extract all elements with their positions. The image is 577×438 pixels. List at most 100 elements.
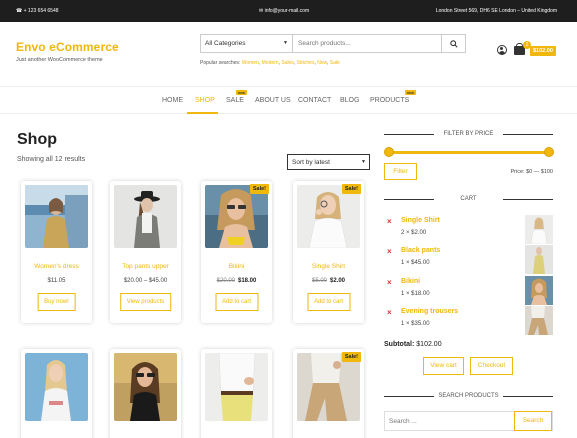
subtotal-value: $102.00 [416,341,442,348]
cart-item: × Single Shirt 2 × $2.00 [384,215,553,244]
product-image[interactable] [114,185,177,248]
cart-item-qty: 1 × $18.00 [401,291,430,297]
site-title[interactable]: Envo eCommerce [16,40,119,54]
add-to-cart-button[interactable]: Add to cart [306,293,351,311]
cart-item: × Bikini 1 × $18.00 [384,276,553,305]
cart-item-name[interactable]: Evening trousers [401,308,458,315]
buy-now-button[interactable]: Buy now! [37,293,76,311]
nav-sale-new-badge: new [236,90,247,95]
popular-keyword[interactable]: Stitches [297,60,315,66]
product-price: $5.00 $2.00 [293,278,364,284]
nav-item-about[interactable]: ABOUT US [255,97,291,104]
header-search: All Categories ▼ [200,34,466,53]
product-card[interactable] [110,349,181,438]
checkout-button[interactable]: Checkout [470,357,513,375]
product-card[interactable] [201,349,272,438]
cart-item-name[interactable]: Black pants [401,247,440,254]
email-address[interactable]: ✉ info@your-mail.com [259,8,309,14]
filter-button[interactable]: Filter [384,163,417,180]
results-count: Showing all 12 results [17,156,86,163]
popular-searches: Popular searches: Women, Modern, Sales, … [200,60,340,66]
sort-select[interactable]: Sort by latest ▼ [287,154,370,170]
product-image[interactable] [297,185,360,248]
search-button[interactable] [441,35,465,52]
product-image[interactable] [297,353,360,421]
cart-item-thumbnail[interactable] [525,245,553,274]
nav-item-shop[interactable]: SHOP [195,97,215,104]
phone-number[interactable]: ☎ + 123 654 6548 [16,8,59,14]
product-old-price: $20.00 [216,278,235,284]
category-select-value: All Categories [205,40,246,47]
cart-heading: CART [384,196,553,202]
nav-item-contact[interactable]: CONTACT [298,97,331,104]
chevron-down-icon: ▼ [283,40,288,46]
price-range-max-handle[interactable] [544,147,554,157]
cart-item: × Evening trousers 1 × $35.00 [384,306,553,335]
product-card[interactable] [21,349,92,438]
filter-heading: FILTER BY PRICE [384,131,553,137]
nav-item-home[interactable]: HOME [162,97,183,104]
product-price: $11.05 [47,278,66,284]
user-account-icon[interactable] [497,45,507,55]
remove-item-icon[interactable]: × [387,308,392,317]
price-range-min-handle[interactable] [384,147,394,157]
search-products-heading: SEARCH PRODUCTS [384,393,553,399]
remove-item-icon[interactable]: × [387,217,392,226]
sale-badge: Sale! [341,184,361,194]
address: London Street 569, DH6 SE London – Unite… [435,8,557,14]
product-image[interactable] [25,353,88,421]
popular-keyword[interactable]: Sale [330,60,340,66]
product-name[interactable]: Women's dress [21,263,92,270]
product-search-input[interactable] [385,412,515,430]
product-card[interactable]: Sale! [293,349,364,438]
price-range-label: Price: $0 — $100 [510,169,554,175]
product-name[interactable]: Top pants upper [110,263,181,270]
product-card[interactable]: Sale! Single Shirt $5.00 $2.00 Add to car… [293,181,364,323]
active-nav-underline [187,112,218,114]
cart-item-thumbnail[interactable] [525,215,553,244]
cart-item-name[interactable]: Single Shirt [401,217,440,224]
product-image[interactable] [25,185,88,248]
product-image[interactable] [205,185,268,248]
nav-item-sale[interactable]: SALE [226,97,244,104]
add-to-cart-button[interactable]: Add to cart [214,293,259,311]
product-name[interactable]: Single Shirt [293,263,364,270]
product-search-button[interactable]: Search [514,411,552,431]
main-navigation: HOME SHOP SALE new ABOUT US CONTACT BLOG… [0,86,577,114]
search-icon [449,39,458,48]
category-select[interactable]: All Categories ▼ [201,35,293,52]
product-price: $20.00 $18.00 [201,278,272,284]
site-tagline: Just another WooCommerce theme [16,57,103,63]
cart-item-name[interactable]: Bikini [401,278,420,285]
cart-item: × Black pants 1 × $45.00 [384,245,553,274]
popular-keyword[interactable]: Women [242,60,259,66]
popular-keyword[interactable]: Sales [281,60,294,66]
view-products-button[interactable]: View products [119,293,172,311]
popular-keyword[interactable]: New [317,60,327,66]
product-name[interactable]: Bikini [201,263,272,270]
product-card[interactable]: Sale! Bikini $20.00 $18.00 Add to cart [201,181,272,323]
remove-item-icon[interactable]: × [387,278,392,287]
price-range-slider[interactable] [388,151,549,154]
top-bar: ☎ + 123 654 6548 ✉ info@your-mail.com Lo… [0,0,577,22]
product-card[interactable]: Women's dress $11.05 Buy now! [21,181,92,323]
nav-item-blog[interactable]: BLOG [340,97,359,104]
page-title: Shop [17,131,57,148]
cart-item-thumbnail[interactable] [525,276,553,305]
view-cart-button[interactable]: View cart [423,357,464,375]
search-input[interactable] [294,35,441,52]
popular-keyword[interactable]: Modern [262,60,279,66]
product-image[interactable] [114,353,177,421]
product-image[interactable] [205,353,268,421]
nav-products-new-badge: new [405,90,416,95]
cart-item-qty: 2 × $2.00 [401,230,427,236]
remove-item-icon[interactable]: × [387,247,392,256]
cart-total-button[interactable]: $102.00 [530,46,556,56]
sale-badge: Sale! [341,352,361,362]
product-card[interactable]: Top pants upper $20.00 – $45.00 View pro… [110,181,181,323]
cart-item-thumbnail[interactable] [525,306,553,335]
cart-subtotal: Subtotal: $102.00 [384,341,442,348]
product-sale-price: $18.00 [238,278,257,284]
site-branding: Envo eCommerce Just another WooCommerce … [16,40,119,63]
product-old-price: $5.00 [311,278,327,284]
